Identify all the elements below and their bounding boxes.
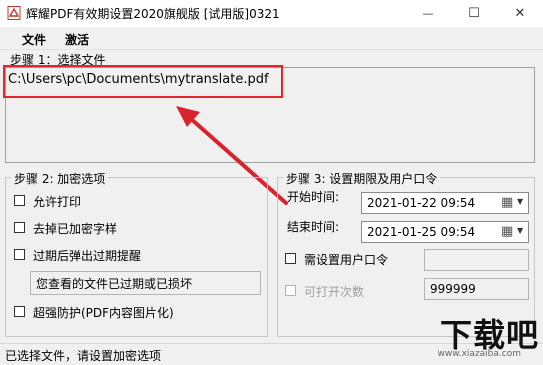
super-protect-label[interactable]: 超强防护(PDF内容图片化) <box>33 304 174 321</box>
allow-print-checkbox[interactable] <box>14 195 25 206</box>
remove-encrypted-font-label[interactable]: 去掉已加密字样 <box>33 220 117 237</box>
chevron-down-icon[interactable]: ▼ <box>517 226 523 235</box>
step3-title: 步骤 3: 设置期限及用户口令 <box>283 170 441 187</box>
start-time-label: 开始时间: <box>287 190 340 204</box>
require-password-checkbox[interactable] <box>285 253 296 264</box>
end-time-picker[interactable]: 2021-01-25 09:54 ▦ ▼ <box>361 221 529 243</box>
calendar-icon[interactable]: ▦ <box>501 195 513 210</box>
open-count-checkbox[interactable] <box>285 285 296 296</box>
allow-print-label[interactable]: 允许打印 <box>33 193 81 210</box>
expire-message-input[interactable]: 您查看的文件已过期或已损坏 <box>30 271 261 295</box>
expire-popup-label[interactable]: 过期后弹出过期提醒 <box>33 247 141 264</box>
watermark-url: www.xiazaiba.com <box>437 349 521 359</box>
status-text: 已选择文件，请设置加密选项 <box>5 349 162 363</box>
require-password-label[interactable]: 需设置用户口令 <box>304 251 388 268</box>
end-time-label: 结束时间: <box>287 220 340 234</box>
open-count-input[interactable]: 999999 <box>424 278 529 300</box>
remove-encrypted-font-checkbox[interactable] <box>14 222 25 233</box>
start-time-picker[interactable]: 2021-01-22 09:54 ▦ ▼ <box>361 192 529 214</box>
step2-title: 步骤 2: 加密选项 <box>11 170 109 187</box>
calendar-icon[interactable]: ▦ <box>501 224 513 239</box>
password-input[interactable] <box>424 249 529 271</box>
open-count-label[interactable]: 可打开次数 <box>304 283 364 300</box>
start-time-value: 2021-01-22 09:54 <box>367 196 476 210</box>
expire-popup-checkbox[interactable] <box>14 249 25 260</box>
end-time-value: 2021-01-25 09:54 <box>367 225 476 239</box>
super-protect-checkbox[interactable] <box>14 306 25 317</box>
chevron-down-icon[interactable]: ▼ <box>517 197 523 206</box>
